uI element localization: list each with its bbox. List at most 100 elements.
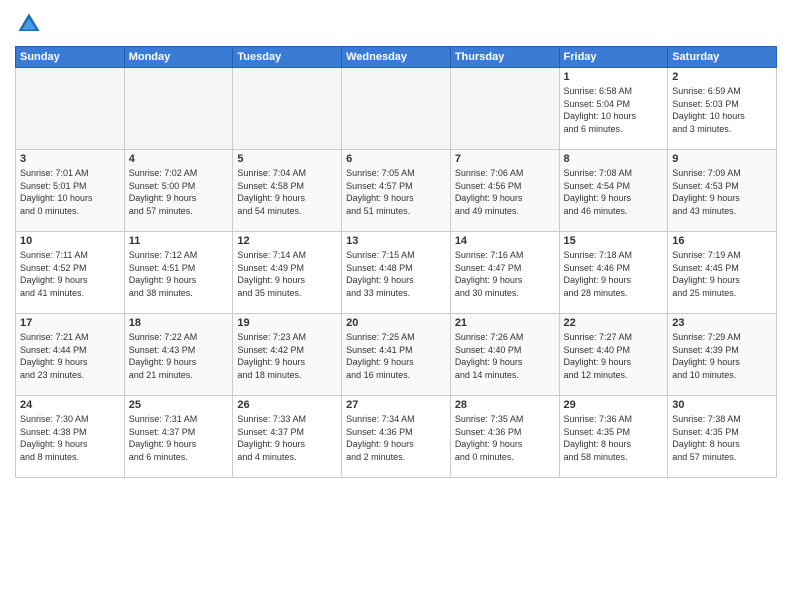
calendar-cell: 21 Sunrise: 7:26 AM Sunset: 4:40 PM Dayli… xyxy=(450,314,559,396)
day-number: 29 xyxy=(564,399,664,411)
day-number: 5 xyxy=(237,153,337,165)
calendar-cell: 15Sunrise: 7:18 AM Sunset: 4:46 PM Dayli… xyxy=(559,232,668,314)
calendar-cell: 13 Sunrise: 7:15 AM Sunset: 4:48 PM Dayli… xyxy=(342,232,451,314)
calendar-cell: 14 Sunrise: 7:16 AM Sunset: 4:47 PM Dayli… xyxy=(450,232,559,314)
day-info: Sunrise: 7:19 AM Sunset: 4:45 PM Dayligh… xyxy=(672,249,772,299)
calendar-cell: 30 Sunrise: 7:38 AM Sunset: 4:35 PM Dayli… xyxy=(668,396,777,478)
day-info: Sunrise: 7:12 AM Sunset: 4:51 PM Dayligh… xyxy=(129,249,229,299)
day-info: Sunrise: 7:23 AM Sunset: 4:42 PM Dayligh… xyxy=(237,331,337,381)
day-info: Sunrise: 7:01 AM Sunset: 5:01 PM Dayligh… xyxy=(20,167,120,217)
calendar-cell: 3 Sunrise: 7:01 AM Sunset: 5:01 PM Daylig… xyxy=(16,150,125,232)
weekday-header-thursday: Thursday xyxy=(450,47,559,68)
day-number: 19 xyxy=(237,317,337,329)
day-info: Sunrise: 7:22 AM Sunset: 4:43 PM Dayligh… xyxy=(129,331,229,381)
day-info: Sunrise: 7:31 AM Sunset: 4:37 PM Dayligh… xyxy=(129,413,229,463)
day-number: 6 xyxy=(346,153,446,165)
day-number: 21 xyxy=(455,317,555,329)
calendar-cell: 7 Sunrise: 7:06 AM Sunset: 4:56 PM Daylig… xyxy=(450,150,559,232)
calendar-week-5: 24 Sunrise: 7:30 AM Sunset: 4:38 PM Dayli… xyxy=(16,396,777,478)
page-container: SundayMondayTuesdayWednesdayThursdayFrid… xyxy=(0,0,792,612)
day-number: 12 xyxy=(237,235,337,247)
day-info: Sunrise: 6:59 AM Sunset: 5:03 PM Dayligh… xyxy=(672,85,772,135)
day-info: Sunrise: 7:26 AM Sunset: 4:40 PM Dayligh… xyxy=(455,331,555,381)
calendar-cell: 17 Sunrise: 7:21 AM Sunset: 4:44 PM Dayli… xyxy=(16,314,125,396)
day-info: Sunrise: 7:25 AM Sunset: 4:41 PM Dayligh… xyxy=(346,331,446,381)
day-info: Sunrise: 7:29 AM Sunset: 4:39 PM Dayligh… xyxy=(672,331,772,381)
day-info: Sunrise: 7:05 AM Sunset: 4:57 PM Dayligh… xyxy=(346,167,446,217)
calendar-cell: 22Sunrise: 7:27 AM Sunset: 4:40 PM Dayli… xyxy=(559,314,668,396)
day-number: 28 xyxy=(455,399,555,411)
day-number: 25 xyxy=(129,399,229,411)
calendar-cell: 1 Sunrise: 6:58 AM Sunset: 5:04 PM Daylig… xyxy=(559,68,668,150)
calendar-cell: 25 Sunrise: 7:31 AM Sunset: 4:37 PM Dayli… xyxy=(124,396,233,478)
day-number: 16 xyxy=(672,235,772,247)
calendar-cell: 5 Sunrise: 7:04 AM Sunset: 4:58 PM Daylig… xyxy=(233,150,342,232)
calendar-cell xyxy=(450,68,559,150)
day-info: Sunrise: 7:34 AM Sunset: 4:36 PM Dayligh… xyxy=(346,413,446,463)
day-info: Sunrise: 7:38 AM Sunset: 4:35 PM Dayligh… xyxy=(672,413,772,463)
calendar-cell: 28 Sunrise: 7:35 AM Sunset: 4:36 PM Dayli… xyxy=(450,396,559,478)
weekday-header-saturday: Saturday xyxy=(668,47,777,68)
weekday-header-friday: Friday xyxy=(559,47,668,68)
calendar-cell: 2 Sunrise: 6:59 AM Sunset: 5:03 PM Daylig… xyxy=(668,68,777,150)
calendar-cell: 20 Sunrise: 7:25 AM Sunset: 4:41 PM Dayli… xyxy=(342,314,451,396)
calendar-cell xyxy=(233,68,342,150)
day-info: Sunrise: 7:15 AM Sunset: 4:48 PM Dayligh… xyxy=(346,249,446,299)
weekday-header-wednesday: Wednesday xyxy=(342,47,451,68)
calendar-cell: 12 Sunrise: 7:14 AM Sunset: 4:49 PM Dayli… xyxy=(233,232,342,314)
calendar-cell: 26 Sunrise: 7:33 AM Sunset: 4:37 PM Dayli… xyxy=(233,396,342,478)
day-info: Sunrise: 7:09 AM Sunset: 4:53 PM Dayligh… xyxy=(672,167,772,217)
day-number: 17 xyxy=(20,317,120,329)
day-info: Sunrise: 7:33 AM Sunset: 4:37 PM Dayligh… xyxy=(237,413,337,463)
day-info: Sunrise: 7:36 AM Sunset: 4:35 PM Dayligh… xyxy=(564,413,664,463)
day-info: Sunrise: 7:35 AM Sunset: 4:36 PM Dayligh… xyxy=(455,413,555,463)
day-number: 11 xyxy=(129,235,229,247)
calendar-cell: 18 Sunrise: 7:22 AM Sunset: 4:43 PM Dayli… xyxy=(124,314,233,396)
calendar-cell: 8Sunrise: 7:08 AM Sunset: 4:54 PM Daylig… xyxy=(559,150,668,232)
calendar-cell: 16 Sunrise: 7:19 AM Sunset: 4:45 PM Dayli… xyxy=(668,232,777,314)
day-number: 4 xyxy=(129,153,229,165)
page-header xyxy=(15,10,777,38)
day-number: 8 xyxy=(564,153,664,165)
day-info: Sunrise: 6:58 AM Sunset: 5:04 PM Dayligh… xyxy=(564,85,664,135)
day-number: 7 xyxy=(455,153,555,165)
calendar-week-2: 3 Sunrise: 7:01 AM Sunset: 5:01 PM Daylig… xyxy=(16,150,777,232)
day-number: 26 xyxy=(237,399,337,411)
day-number: 22 xyxy=(564,317,664,329)
calendar-cell: 29 Sunrise: 7:36 AM Sunset: 4:35 PM Dayli… xyxy=(559,396,668,478)
weekday-header-tuesday: Tuesday xyxy=(233,47,342,68)
day-number: 2 xyxy=(672,71,772,83)
calendar-cell: 10 Sunrise: 7:11 AM Sunset: 4:52 PM Dayli… xyxy=(16,232,125,314)
day-number: 18 xyxy=(129,317,229,329)
day-info: Sunrise: 7:02 AM Sunset: 5:00 PM Dayligh… xyxy=(129,167,229,217)
calendar-cell: 27 Sunrise: 7:34 AM Sunset: 4:36 PM Dayli… xyxy=(342,396,451,478)
day-number: 10 xyxy=(20,235,120,247)
day-number: 13 xyxy=(346,235,446,247)
day-info: Sunrise: 7:11 AM Sunset: 4:52 PM Dayligh… xyxy=(20,249,120,299)
weekday-header-sunday: Sunday xyxy=(16,47,125,68)
logo-icon xyxy=(15,10,43,38)
calendar-cell: 9 Sunrise: 7:09 AM Sunset: 4:53 PM Daylig… xyxy=(668,150,777,232)
day-number: 30 xyxy=(672,399,772,411)
day-number: 9 xyxy=(672,153,772,165)
day-number: 15 xyxy=(564,235,664,247)
day-info: Sunrise: 7:21 AM Sunset: 4:44 PM Dayligh… xyxy=(20,331,120,381)
day-number: 27 xyxy=(346,399,446,411)
day-info: Sunrise: 7:30 AM Sunset: 4:38 PM Dayligh… xyxy=(20,413,120,463)
calendar-cell: 11 Sunrise: 7:12 AM Sunset: 4:51 PM Dayli… xyxy=(124,232,233,314)
calendar-cell xyxy=(342,68,451,150)
calendar-cell: 4 Sunrise: 7:02 AM Sunset: 5:00 PM Daylig… xyxy=(124,150,233,232)
day-number: 14 xyxy=(455,235,555,247)
day-number: 1 xyxy=(564,71,664,83)
day-number: 23 xyxy=(672,317,772,329)
day-info: Sunrise: 7:06 AM Sunset: 4:56 PM Dayligh… xyxy=(455,167,555,217)
calendar-cell xyxy=(124,68,233,150)
day-info: Sunrise: 7:16 AM Sunset: 4:47 PM Dayligh… xyxy=(455,249,555,299)
weekday-header-row: SundayMondayTuesdayWednesdayThursdayFrid… xyxy=(16,47,777,68)
calendar-week-3: 10 Sunrise: 7:11 AM Sunset: 4:52 PM Dayli… xyxy=(16,232,777,314)
day-number: 20 xyxy=(346,317,446,329)
day-info: Sunrise: 7:14 AM Sunset: 4:49 PM Dayligh… xyxy=(237,249,337,299)
day-number: 3 xyxy=(20,153,120,165)
day-info: Sunrise: 7:04 AM Sunset: 4:58 PM Dayligh… xyxy=(237,167,337,217)
day-number: 24 xyxy=(20,399,120,411)
